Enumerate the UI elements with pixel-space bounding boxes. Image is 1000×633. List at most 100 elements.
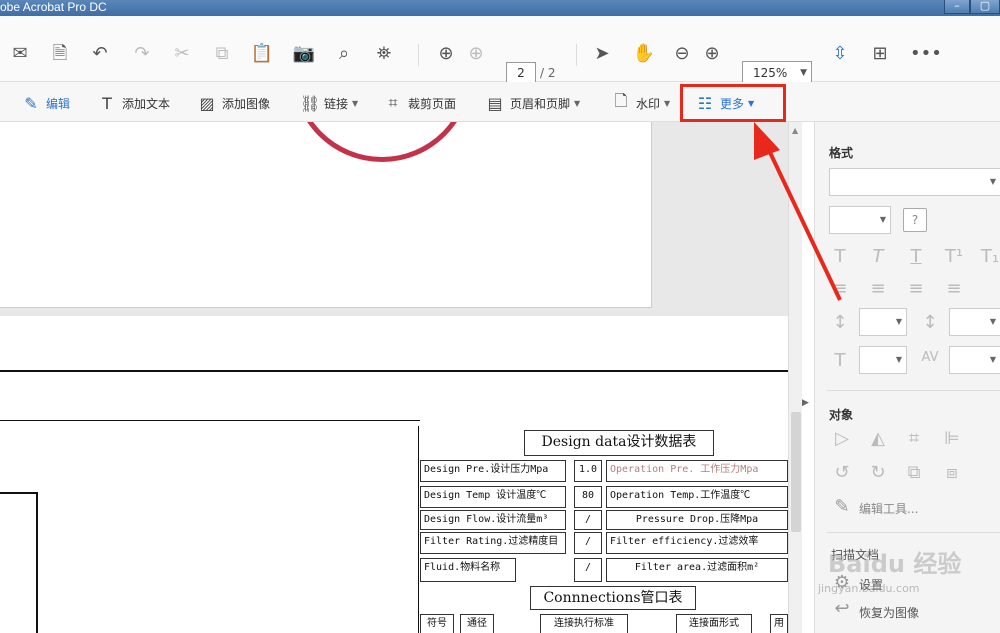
search-icon[interactable]: ⌕ (332, 42, 356, 66)
crop-object-icon: ⌗ (908, 428, 920, 449)
chevron-down-icon: ▼ (895, 317, 902, 326)
undo-icon[interactable]: ↶ (88, 42, 112, 66)
cut-icon[interactable]: ✂ (170, 42, 194, 66)
table-cell: Filter Rating.过滤精度目 (420, 532, 566, 554)
watermark-button[interactable]: 🗋 水印 ▼ (612, 90, 671, 114)
add-text-button[interactable]: T 添加文本 (98, 92, 170, 114)
title-bar: obe Acrobat Pro DC – ▢ (0, 0, 1000, 16)
table-cell: Fluid.物料名称 (420, 558, 516, 582)
chevron-down-icon: ▼ (664, 98, 671, 108)
subscript-icon: T₁ (980, 246, 1000, 267)
minimize-button[interactable]: – (944, 0, 970, 14)
font-select[interactable]: ▼ (829, 168, 1000, 196)
baidu-watermark: Baidu 经验 (828, 550, 962, 578)
table-header-cell: 连接执行标准 (540, 614, 628, 633)
chevron-down-icon: ▼ (352, 98, 359, 108)
table-header-cell: 用 (770, 614, 788, 633)
edit-toolbar: ✎ 编辑 T 添加文本 ▨ 添加图像 ⛓ 链接 ▼ ⌗ 裁剪页面 ▤ 页眉和页脚… (0, 82, 1000, 122)
snapshot-icon[interactable]: 📷 (292, 42, 316, 66)
scroll-thumb[interactable] (791, 412, 801, 532)
add-image-label: 添加图像 (222, 96, 271, 111)
link-icon: ⛓ (300, 93, 321, 113)
page-up-icon[interactable]: ⊕ (434, 42, 458, 66)
image-icon: ▨ (199, 93, 215, 113)
restore-image-link[interactable]: 恢复为图像 (859, 604, 919, 621)
maximize-button[interactable]: ▢ (970, 0, 1000, 14)
sign-document-icon[interactable]: 🗎 (48, 42, 72, 66)
paste-icon[interactable]: 📋 (250, 42, 274, 66)
add-image-button[interactable]: ▨ 添加图像 (198, 92, 270, 114)
binoculars-icon[interactable]: ⛯ (372, 42, 396, 66)
arrange-icon: ⧈ (946, 462, 958, 483)
crop-label: 裁剪页面 (408, 96, 457, 111)
email-icon[interactable]: ✉ (8, 42, 32, 66)
red-stamp (292, 122, 472, 162)
zoom-out-icon[interactable]: ⊖ (670, 42, 694, 66)
chevron-down-icon: ▼ (879, 215, 886, 224)
link-label: 链接 (324, 96, 349, 111)
document-view[interactable]: Design data设计数据表 Design Pre.设计压力Mpa 1.0 … (0, 122, 788, 633)
object-heading: 对象 (829, 408, 854, 422)
crop-page-button[interactable]: ⌗ 裁剪页面 (384, 92, 456, 114)
align-center-icon: ≡ (870, 278, 886, 299)
baidu-watermark-url: jingyan.baidu.com (818, 582, 920, 595)
edit-button[interactable]: ✎ 编辑 (22, 92, 70, 114)
table-cell: Filter efficiency.过滤效率 (606, 532, 788, 554)
help-icon[interactable]: ? (903, 208, 927, 232)
character-spacing-icon: AV (921, 350, 939, 365)
horizontal-scale-select[interactable]: ▼ (859, 346, 907, 374)
fit-width-icon[interactable]: ⇳ (828, 42, 852, 66)
underline-icon: T (910, 246, 922, 267)
replace-image-icon: ⧉ (907, 462, 921, 483)
flip-horizontal-icon: ◭ (871, 428, 885, 449)
link-button[interactable]: ⛓ 链接 ▼ (300, 92, 358, 114)
table-cell: / (574, 510, 602, 530)
chevron-down-icon: ▼ (989, 355, 996, 364)
horizontal-scale-icon: T (834, 350, 846, 371)
align-right-icon: ≡ (908, 278, 924, 299)
select-cursor-icon[interactable]: ➤ (590, 42, 614, 66)
header-footer-icon: ▤ (487, 93, 503, 113)
zoom-in-icon[interactable]: ⊕ (700, 42, 724, 66)
table-cell: Pressure Drop.压降Mpa (606, 510, 788, 530)
table-cell: 80 (574, 486, 602, 508)
page-total: / 2 (540, 66, 556, 80)
connections-title: Connnections管口表 (530, 586, 696, 610)
text-icon: T (102, 93, 112, 113)
table-cell: Operation Pre. 工作压力Mpa (606, 460, 788, 482)
table-cell: Design Pre.设计压力Mpa (420, 460, 566, 482)
table-cell: Design Temp 设计温度℃ (420, 486, 566, 508)
edit-icon: ✎ (24, 93, 38, 113)
chevron-down-icon: ▼ (989, 177, 996, 186)
paragraph-spacing-icon: ↕ (922, 312, 938, 333)
line-spacing-icon: ↕ (832, 312, 848, 333)
copy-icon[interactable]: ⧉ (210, 42, 234, 66)
chevron-down-icon: ▼ (895, 355, 902, 364)
crop-icon: ⌗ (388, 93, 398, 112)
align-objects-icon: ⊫ (944, 428, 960, 449)
table-cell: 1.0 (574, 460, 602, 482)
fit-page-icon[interactable]: ⊞ (868, 42, 892, 66)
more-options-icon[interactable]: ••• (910, 42, 942, 66)
header-footer-button[interactable]: ▤ 页眉和页脚 ▼ (486, 92, 580, 114)
superscript-icon: T¹ (944, 246, 964, 267)
paragraph-spacing-select[interactable]: ▼ (949, 308, 1000, 336)
highlight-box (680, 84, 786, 122)
table-header-cell: 符号 (420, 614, 454, 633)
collapse-panel-icon[interactable]: ▶ (802, 398, 812, 408)
hand-tool-icon[interactable]: ✋ (632, 42, 656, 66)
zoom-value: 125% (753, 66, 788, 80)
header-footer-label: 页眉和页脚 (510, 96, 571, 111)
chevron-down-icon: ▼ (989, 317, 996, 326)
watermark-icon: 🗋 (614, 90, 628, 110)
page-1 (0, 122, 652, 308)
redo-icon[interactable]: ↷ (130, 42, 154, 66)
line-spacing-select[interactable]: ▼ (859, 308, 907, 336)
page-down-icon[interactable]: ⊕ (464, 42, 488, 66)
table-cell: Operation Temp.工作温度℃ (606, 486, 788, 508)
edit-tool-link[interactable]: 编辑工具... (859, 500, 918, 517)
page-number-input[interactable]: 2 (506, 62, 536, 84)
rotate-right-icon: ↻ (870, 462, 886, 483)
page-2: Design data设计数据表 Design Pre.设计压力Mpa 1.0 … (0, 316, 788, 633)
character-spacing-select[interactable]: ▼ (949, 346, 1000, 374)
